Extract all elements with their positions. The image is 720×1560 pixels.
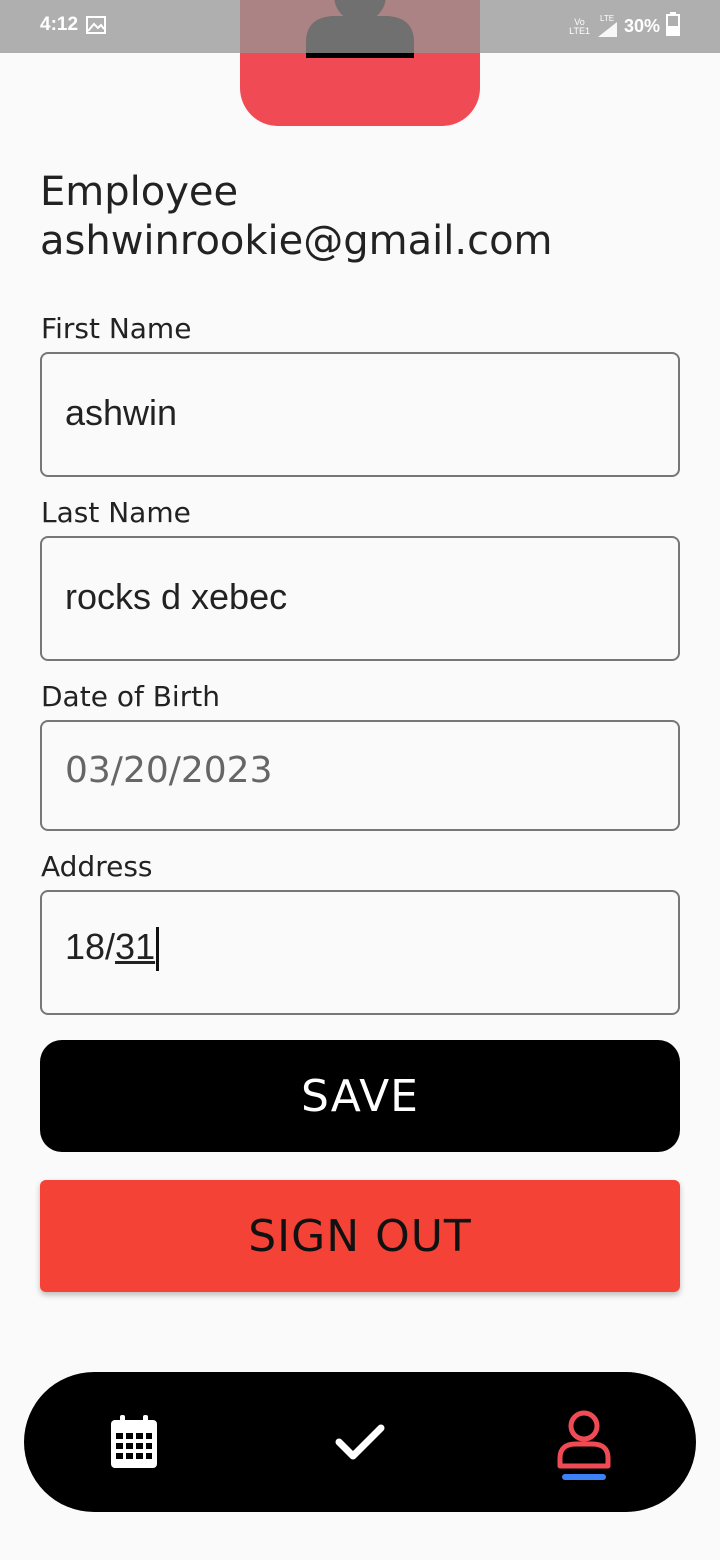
dob-field[interactable]: 03/20/2023 [40,720,680,831]
last-name-label: Last Name [41,496,191,529]
dob-label: Date of Birth [41,680,220,713]
save-button[interactable]: SAVE [40,1040,680,1152]
active-tab-indicator [562,1474,606,1480]
status-time: 4:12 [40,14,79,35]
text-cursor [156,927,160,972]
dob-value: 03/20/2023 [65,750,273,791]
first-name-value: ashwin [65,392,178,433]
address-value-prefix: 18/ [65,926,116,967]
address-field[interactable]: 18/31 [40,890,680,1015]
user-role: Employee [40,169,239,215]
status-bar: 4:12 Vo LTE1 LTE 30% [0,0,720,53]
bottom-nav [24,1372,696,1512]
address-label: Address [41,850,153,883]
address-value-composing: 31 [115,926,156,967]
nav-calendar[interactable] [64,1372,204,1512]
person-icon [557,1410,611,1469]
signal-icon: LTE [596,14,618,38]
volte-icon: Vo LTE1 [569,16,590,36]
last-name-value: rocks d xebec [65,576,288,617]
calendar-icon [111,1415,157,1468]
battery-icon [666,12,680,41]
first-name-field[interactable]: ashwin [40,352,680,477]
last-name-field[interactable]: rocks d xebec [40,536,680,661]
gallery-notification-icon [86,16,106,39]
nav-profile[interactable] [514,1372,654,1512]
sign-out-button[interactable]: SIGN OUT [40,1180,680,1292]
first-name-label: First Name [41,312,192,345]
battery-percent: 30% [623,16,660,36]
nav-tasks[interactable] [290,1372,430,1512]
address-value: 18/31 [65,926,160,972]
user-email: ashwinrookie@gmail.com [40,218,553,264]
status-right: Vo LTE1 LTE 30% [569,12,680,41]
check-icon [335,1424,385,1460]
